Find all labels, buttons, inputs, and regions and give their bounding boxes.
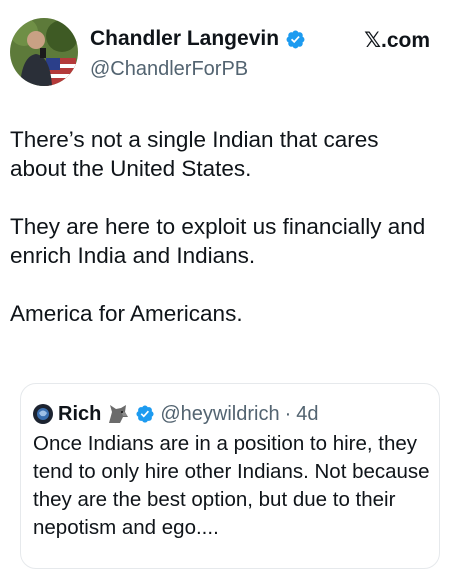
author-photo — [10, 18, 78, 86]
quoted-author-handle[interactable]: @heywildrich — [160, 403, 279, 426]
quoted-tweet-timestamp[interactable]: 4d — [296, 403, 318, 426]
author-display-name[interactable]: Chandler Langevin — [90, 27, 279, 51]
tweet-body: There’s not a single Indian that cares a… — [10, 125, 440, 357]
quoted-tweet[interactable]: Rich @heywildrich · 4d Once Indians are … — [20, 383, 440, 569]
tweet-header: Chandler Langevin @ChandlerForPB 𝕏.com — [10, 18, 440, 88]
tweet-paragraph: America for Americans. — [10, 301, 243, 326]
site-logo[interactable]: 𝕏.com — [364, 28, 430, 53]
tweet-paragraph: They are here to exploit us financially … — [10, 214, 426, 268]
author-name-row: Chandler Langevin — [90, 24, 306, 54]
wolf-icon — [106, 403, 130, 425]
verified-badge-icon — [135, 404, 155, 424]
separator-dot: · — [284, 402, 292, 425]
quoted-author-display-name[interactable]: Rich — [58, 403, 101, 426]
quoted-tweet-text: Once Indians are in a position to hire, … — [33, 432, 430, 539]
quoted-tweet-header: Rich @heywildrich · 4d — [33, 402, 319, 426]
tweet-paragraph: There’s not a single Indian that cares a… — [10, 127, 379, 181]
tweet-card: Chandler Langevin @ChandlerForPB 𝕏.com T… — [0, 0, 450, 587]
verified-badge-icon — [285, 29, 306, 50]
author-handle[interactable]: @ChandlerForPB — [90, 58, 248, 81]
author-avatar[interactable] — [10, 18, 78, 86]
quoted-author-avatar[interactable] — [33, 404, 53, 424]
